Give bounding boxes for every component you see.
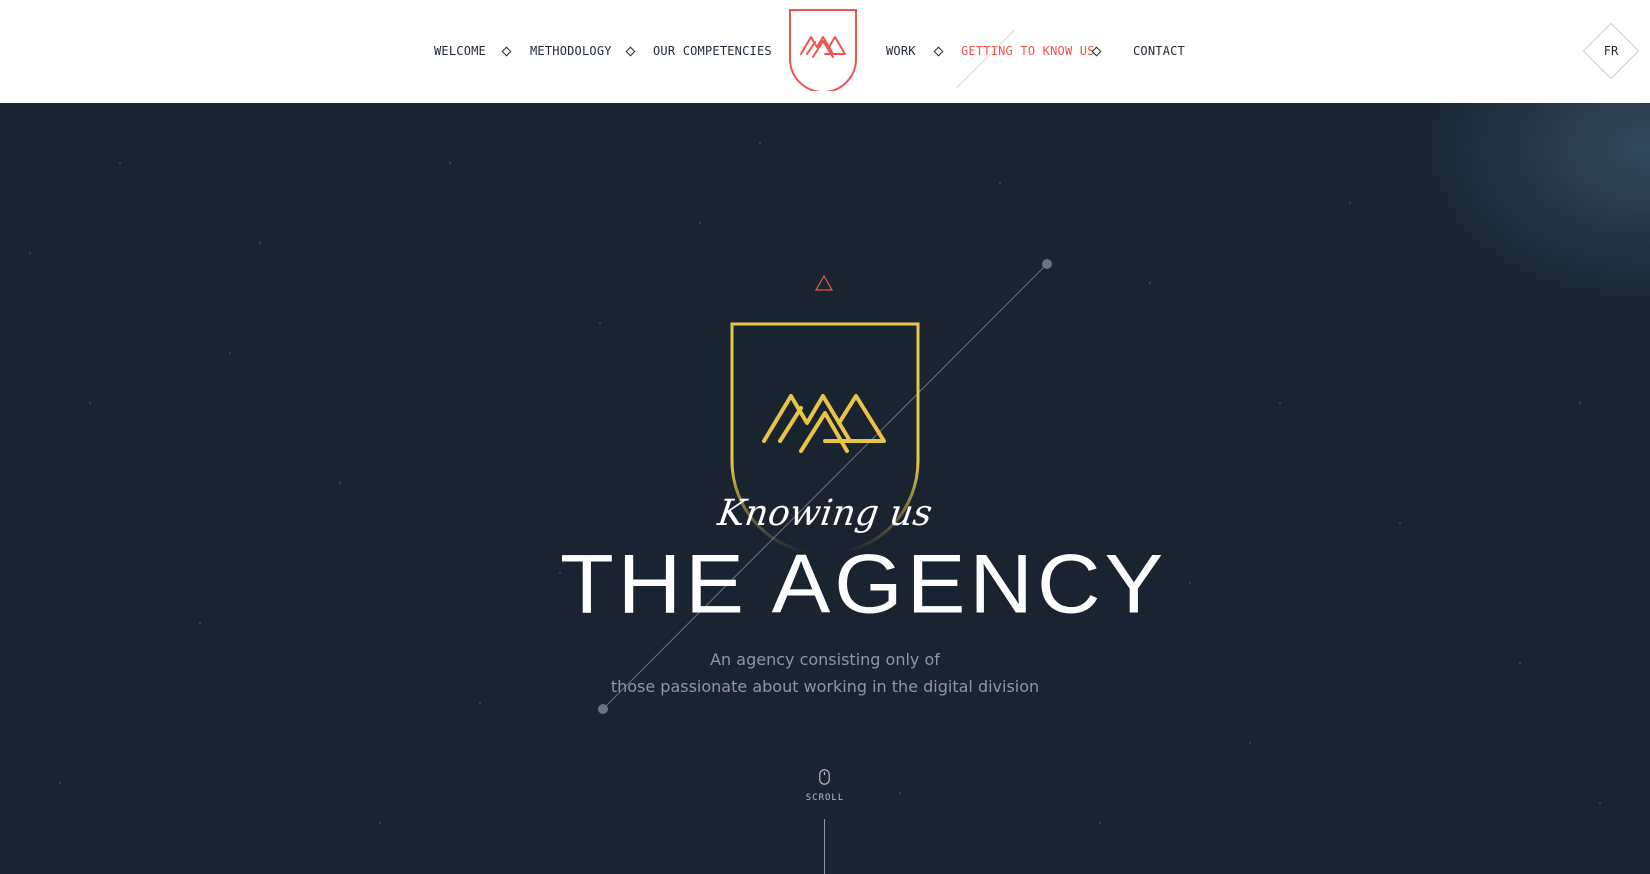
triangle-icon <box>815 275 833 291</box>
nav-item-methodology[interactable]: METHODOLOGY <box>530 44 612 58</box>
nav-item-contact[interactable]: CONTACT <box>1133 44 1185 58</box>
scroll-line <box>824 819 825 874</box>
nav-separator-diamond-icon <box>501 46 512 57</box>
nav-item-welcome[interactable]: WELCOME <box>434 44 486 58</box>
hero-description: An agency consisting only of those passi… <box>525 646 1125 700</box>
language-toggle-button[interactable]: FR <box>1582 22 1640 80</box>
active-nav-slash <box>956 29 1015 89</box>
nav-separator-diamond-icon <box>625 46 636 57</box>
hero-title: THE AGENCY <box>560 536 1168 631</box>
site-header: WELCOME METHODOLOGY OUR COMPETENCIES WOR… <box>0 0 1650 103</box>
hero-script-title: Knowing us <box>715 493 935 534</box>
nav-item-work[interactable]: WORK <box>886 44 916 58</box>
mouse-icon <box>819 769 830 785</box>
nav-item-our-competencies[interactable]: OUR COMPETENCIES <box>653 44 772 58</box>
scroll-indicator[interactable]: SCROLL <box>795 769 855 874</box>
m-mountain-shield-logo-icon[interactable] <box>789 9 857 91</box>
hero-section: Knowing us THE AGENCY An agency consisti… <box>0 103 1650 874</box>
hero-description-line-2: those passionate about working in the di… <box>610 677 1040 696</box>
scroll-label: SCROLL <box>805 793 845 803</box>
language-toggle-label: FR <box>1603 44 1619 58</box>
nav-item-getting-to-know-us[interactable]: GETTING TO KNOW US <box>961 44 1095 58</box>
hero-description-line-1: An agency consisting only of <box>710 650 940 669</box>
nav-separator-diamond-icon <box>933 46 944 57</box>
